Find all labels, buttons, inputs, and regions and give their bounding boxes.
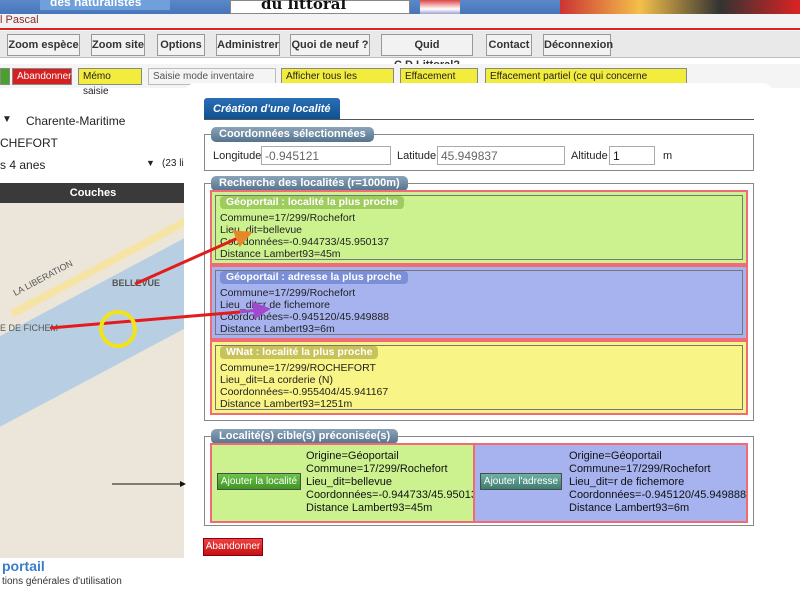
targets-row: Ajouter la localité Origine=Géoportail C…	[210, 443, 748, 523]
add-address-button[interactable]: Ajouter l'adresse	[480, 473, 562, 490]
menu-contact[interactable]: Contact	[486, 34, 532, 56]
target-line: Lieu_dit=bellevue	[306, 476, 392, 488]
target-line: Commune=17/299/Rochefort	[569, 463, 711, 475]
result-line: Commune=17/299/ROCHEFORT	[220, 362, 376, 374]
result-wnat-locality: WNat : localité la plus proche Commune=1…	[210, 340, 748, 415]
menu-quoi-de-neuf[interactable]: Quoi de neuf ?	[290, 34, 370, 56]
map-label-fichemore: E DE FICHEM	[0, 323, 59, 333]
toolbar-memo-button[interactable]: Mémo saisie	[78, 68, 142, 97]
add-locality-button[interactable]: Ajouter la localité	[217, 473, 301, 490]
geoportail-logo: portail	[2, 558, 45, 574]
create-locality-dialog: Création d'une localité Coordonnées séle…	[184, 83, 774, 576]
target-address-card: Ajouter l'adresse Origine=Géoportail Com…	[473, 443, 748, 523]
result-line: Distance Lambert93=45m	[220, 248, 341, 260]
cgu-link[interactable]: tions générales d'utilisation	[2, 576, 122, 587]
menu-zoom-espece[interactable]: Zoom espèce	[7, 34, 80, 56]
period-select[interactable]: s 4 anes	[0, 158, 45, 172]
menu-quid[interactable]: Quid C.D.Littoral?	[381, 34, 473, 71]
user-bar: l Pascal	[0, 14, 800, 30]
menu-options[interactable]: Options	[157, 34, 205, 56]
target-line: Origine=Géoportail	[569, 450, 662, 462]
result-line: Commune=17/299/Rochefort	[220, 287, 356, 299]
targets-group: Localité(s) cible(s) préconisée(s) Ajout…	[204, 429, 754, 526]
result-geoportail-address: Géoportail : adresse la plus proche Comm…	[210, 265, 748, 340]
altitude-input[interactable]	[609, 146, 655, 165]
result-geoportail-locality: Géoportail : localité la plus proche Com…	[210, 190, 748, 265]
layers-tab[interactable]: Couches	[0, 183, 186, 203]
menu-zoom-site[interactable]: Zoom site	[91, 34, 145, 56]
menu-deconnexion[interactable]: Déconnexion	[543, 34, 613, 56]
target-line: Distance Lambert93=6m	[569, 502, 690, 514]
longitude-label: Longitude	[213, 150, 262, 162]
dialog-abandon-button[interactable]: Abandonner	[203, 538, 263, 556]
longitude-input[interactable]	[261, 146, 391, 165]
period-dropdown-arrow-icon[interactable]: ▼	[146, 158, 155, 168]
target-line: Coordonnées=-0.944733/45.950137	[306, 489, 484, 501]
dialog-title-rule	[204, 119, 754, 120]
coords-legend: Coordonnées sélectionnées	[211, 127, 374, 142]
target-line: Lieu_dit=r de fichemore	[569, 476, 685, 488]
dept-dropdown-arrow-icon[interactable]: ▼	[2, 114, 12, 125]
banner-brand-left-text: des naturalistes	[50, 0, 142, 9]
result-line: Coordonnées=-0.955404/45.941167	[220, 386, 389, 398]
dialog-title-tab: Création d'une localité	[204, 98, 340, 120]
result-title: Géoportail : localité la plus proche	[220, 196, 405, 209]
coords-group: Coordonnées sélectionnées Longitude Lati…	[204, 127, 754, 171]
altitude-unit: m	[663, 150, 673, 162]
result-line: Coordonnées=-0.945120/45.949888	[220, 311, 390, 323]
toolbar-green-button[interactable]	[0, 68, 10, 85]
map-label-bellevue: BELLEVUE	[112, 278, 161, 288]
target-locality-card: Ajouter la localité Origine=Géoportail C…	[210, 443, 483, 523]
obs-count: (23 li	[162, 158, 184, 169]
menu-administrer[interactable]: Administrer	[216, 34, 280, 56]
result-title: WNat : localité la plus proche	[220, 346, 379, 359]
result-line: Distance Lambert93=6m	[220, 323, 335, 335]
toolbar-abandon-button[interactable]: Abandonner	[12, 68, 72, 85]
banner-brand-center: du littoral	[230, 0, 410, 14]
result-line: Coordonnées=-0.944733/45.950137	[220, 236, 390, 248]
result-title: Géoportail : adresse la plus proche	[220, 271, 408, 284]
result-line: Lieu_dit=La corderie (N)	[220, 374, 333, 386]
result-line: Commune=17/299/Rochefort	[220, 212, 356, 224]
result-line: Lieu_dit=r de fichemore	[220, 299, 331, 311]
banner-brand-left: des naturalistes	[40, 0, 170, 10]
result-line: Lieu_dit=bellevue	[220, 224, 303, 236]
dept-select[interactable]: Charente-Maritime	[26, 114, 125, 128]
town-field: CHEFORT	[0, 136, 58, 150]
main-menu: Zoom espèce Zoom site Options Administre…	[0, 31, 800, 71]
target-line: Distance Lambert93=45m	[306, 502, 433, 514]
altitude-label: Altitude	[571, 150, 608, 162]
result-line: Distance Lambert93=1251m	[220, 398, 353, 410]
targets-legend: Localité(s) cible(s) préconisée(s)	[211, 429, 399, 444]
search-group: Recherche des localités (r=1000m) Géopor…	[204, 176, 754, 421]
search-legend: Recherche des localités (r=1000m)	[211, 176, 408, 191]
target-line: Origine=Géoportail	[306, 450, 399, 462]
map-view[interactable]: BELLEVUE E DE FICHEM LA LIBERATION	[0, 203, 186, 583]
banner-brand-center-text: du littoral	[261, 0, 347, 13]
user-name: l Pascal	[0, 14, 39, 26]
target-line: Coordonnées=-0.945120/45.949888	[569, 489, 747, 501]
target-line: Commune=17/299/Rochefort	[306, 463, 448, 475]
latitude-input[interactable]	[437, 146, 565, 165]
map-footer: portail tions générales d'utilisation	[0, 558, 186, 588]
latitude-label: Latitude	[397, 150, 437, 162]
